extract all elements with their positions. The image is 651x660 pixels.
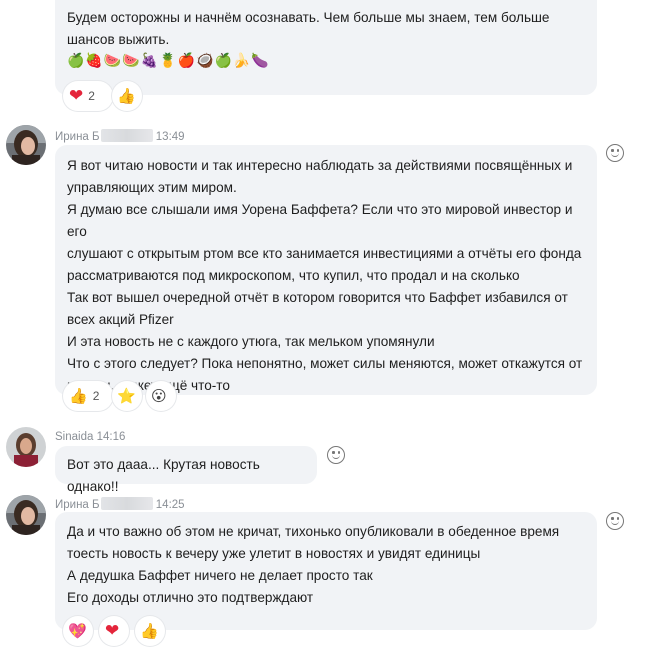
add-reaction-icon[interactable]: [606, 144, 624, 162]
reaction-star[interactable]: ⭐: [112, 381, 142, 411]
avatar[interactable]: [6, 495, 46, 535]
message-bubble: Вот это дааа... Крутая новость однако!!: [55, 446, 317, 494]
message-meta: Ирина Б 13:49: [55, 129, 185, 143]
reaction-heart[interactable]: ❤: [99, 616, 129, 646]
reaction-heart[interactable]: ❤ 2: [63, 81, 113, 111]
reaction-count: 2: [88, 89, 95, 103]
reaction-thumbs-up[interactable]: 👍: [135, 616, 165, 646]
reaction-count: 2: [92, 389, 100, 403]
heart-icon: ❤: [69, 86, 84, 105]
reaction-thumbs-up[interactable]: 👍: [112, 81, 142, 111]
timestamp: 13:49: [155, 131, 185, 143]
message-text: Будем осторожны и начнём осознавать. Чем…: [67, 10, 550, 47]
message-text: Я вот читаю новости и так интересно набл…: [67, 158, 583, 393]
message-bubble: Я вот читаю новости и так интересно набл…: [55, 145, 597, 395]
shocked-face-icon: 😮: [151, 388, 167, 405]
redacted-name: [100, 497, 153, 510]
timestamp: 14:16: [96, 431, 126, 443]
avatar[interactable]: [6, 427, 46, 467]
author-name: Sinaida: [55, 431, 94, 443]
redacted-name: [100, 129, 153, 142]
author-name: Ирина Б: [55, 499, 100, 511]
avatar[interactable]: [6, 125, 46, 165]
message-text: Да и что важно об этом не кричат, тихонь…: [67, 524, 560, 605]
timestamp: 14:25: [155, 499, 185, 511]
add-reaction-icon[interactable]: [327, 446, 345, 464]
star-icon: ⭐: [117, 388, 136, 405]
reaction-sparkling-heart[interactable]: 💖: [63, 616, 93, 646]
sparkling-heart-icon: 💖: [68, 623, 87, 640]
heart-icon: ❤: [105, 621, 120, 640]
message-bubble: Будем осторожны и начнём осознавать. Чем…: [55, 0, 597, 95]
thumbs-up-icon: 👍: [117, 88, 136, 105]
message-bubble: Да и что важно об этом не кричат, тихонь…: [55, 512, 597, 630]
add-reaction-icon[interactable]: [606, 512, 624, 530]
author-name: Ирина Б: [55, 131, 100, 143]
reaction-thumbs-up[interactable]: 👍 2: [63, 381, 113, 411]
reaction-shocked[interactable]: 😮: [146, 381, 176, 411]
emoji-line: 🍏🍓🍉🍉🍇🍍🍎🥥🍏🍌🍆: [67, 52, 270, 68]
thumbs-up-icon: 👍: [140, 623, 159, 640]
message-text: Вот это дааа... Крутая новость однако!!: [67, 457, 264, 494]
thumbs-up-icon: 👍: [69, 388, 88, 405]
message-meta: Sinaida 14:16: [55, 431, 125, 443]
message-meta: Ирина Б 14:25: [55, 497, 185, 511]
